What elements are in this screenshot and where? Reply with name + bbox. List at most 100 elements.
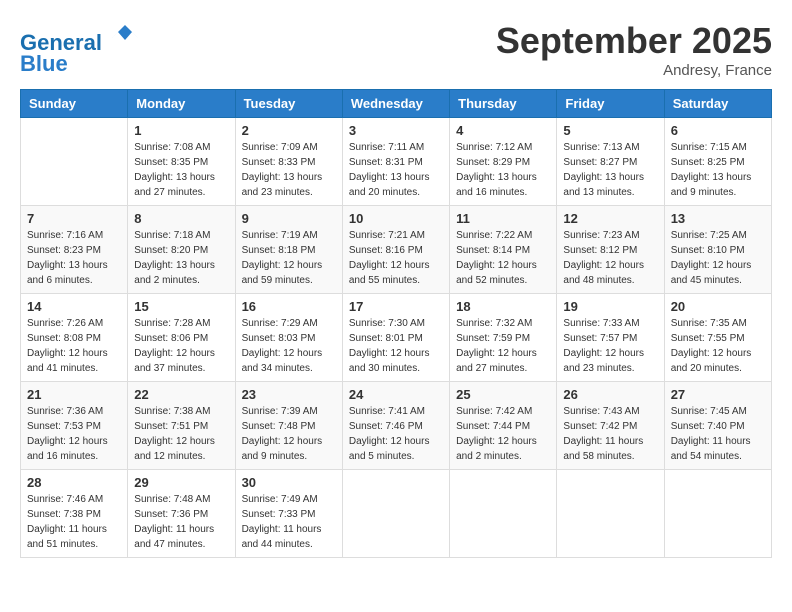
calendar-week-1: 1Sunrise: 7:08 AM Sunset: 8:35 PM Daylig… bbox=[21, 118, 772, 206]
day-number: 25 bbox=[456, 387, 550, 402]
calendar-cell bbox=[21, 118, 128, 206]
day-info: Sunrise: 7:19 AM Sunset: 8:18 PM Dayligh… bbox=[242, 228, 336, 288]
day-number: 19 bbox=[563, 299, 657, 314]
day-info: Sunrise: 7:21 AM Sunset: 8:16 PM Dayligh… bbox=[349, 228, 443, 288]
day-number: 15 bbox=[134, 299, 228, 314]
day-info: Sunrise: 7:32 AM Sunset: 7:59 PM Dayligh… bbox=[456, 316, 550, 376]
calendar-cell: 30 Sunrise: 7:49 AM Sunset: 7:33 PM Dayli… bbox=[235, 470, 342, 558]
page-header: General Blue September 2025 Andresy, Fra… bbox=[20, 20, 772, 79]
day-number: 22 bbox=[134, 387, 228, 402]
day-number: 26 bbox=[563, 387, 657, 402]
day-number: 18 bbox=[456, 299, 550, 314]
day-info: Sunrise: 7:43 AM Sunset: 7:42 PM Dayligh… bbox=[563, 404, 657, 464]
day-info: Sunrise: 7:45 AM Sunset: 7:40 PM Dayligh… bbox=[671, 404, 765, 464]
calendar-cell: 10 Sunrise: 7:21 AM Sunset: 8:16 PM Dayli… bbox=[342, 206, 449, 294]
day-info: Sunrise: 7:41 AM Sunset: 7:46 PM Dayligh… bbox=[349, 404, 443, 464]
calendar-cell: 15 Sunrise: 7:28 AM Sunset: 8:06 PM Dayli… bbox=[128, 294, 235, 382]
day-info: Sunrise: 7:18 AM Sunset: 8:20 PM Dayligh… bbox=[134, 228, 228, 288]
day-number: 6 bbox=[671, 123, 765, 138]
calendar-cell: 7 Sunrise: 7:16 AM Sunset: 8:23 PM Daylig… bbox=[21, 206, 128, 294]
calendar-cell: 8 Sunrise: 7:18 AM Sunset: 8:20 PM Daylig… bbox=[128, 206, 235, 294]
calendar-cell: 2Sunrise: 7:09 AM Sunset: 8:33 PM Daylig… bbox=[235, 118, 342, 206]
logo-text: General bbox=[20, 20, 140, 55]
calendar-cell: 20 Sunrise: 7:35 AM Sunset: 7:55 PM Dayli… bbox=[664, 294, 771, 382]
calendar-cell: 23 Sunrise: 7:39 AM Sunset: 7:48 PM Dayli… bbox=[235, 382, 342, 470]
calendar-cell: 17 Sunrise: 7:30 AM Sunset: 8:01 PM Dayli… bbox=[342, 294, 449, 382]
calendar-cell: 28 Sunrise: 7:46 AM Sunset: 7:38 PM Dayli… bbox=[21, 470, 128, 558]
day-number: 11 bbox=[456, 211, 550, 226]
calendar-cell: 29Sunrise: 7:48 AM Sunset: 7:36 PM Dayli… bbox=[128, 470, 235, 558]
calendar-week-4: 21 Sunrise: 7:36 AM Sunset: 7:53 PM Dayli… bbox=[21, 382, 772, 470]
calendar-cell bbox=[557, 470, 664, 558]
day-info: Sunrise: 7:08 AM Sunset: 8:35 PM Dayligh… bbox=[134, 140, 228, 200]
calendar-cell: 22 Sunrise: 7:38 AM Sunset: 7:51 PM Dayli… bbox=[128, 382, 235, 470]
day-info: Sunrise: 7:38 AM Sunset: 7:51 PM Dayligh… bbox=[134, 404, 228, 464]
day-number: 30 bbox=[242, 475, 336, 490]
day-number: 21 bbox=[27, 387, 121, 402]
day-number: 23 bbox=[242, 387, 336, 402]
calendar-cell: 12Sunrise: 7:23 AM Sunset: 8:12 PM Dayli… bbox=[557, 206, 664, 294]
day-number: 17 bbox=[349, 299, 443, 314]
day-info: Sunrise: 7:15 AM Sunset: 8:25 PM Dayligh… bbox=[671, 140, 765, 200]
day-info: Sunrise: 7:30 AM Sunset: 8:01 PM Dayligh… bbox=[349, 316, 443, 376]
calendar-cell: 26 Sunrise: 7:43 AM Sunset: 7:42 PM Dayli… bbox=[557, 382, 664, 470]
calendar-header-row: SundayMondayTuesdayWednesdayThursdayFrid… bbox=[21, 90, 772, 118]
day-number: 7 bbox=[27, 211, 121, 226]
calendar-cell: 24 Sunrise: 7:41 AM Sunset: 7:46 PM Dayli… bbox=[342, 382, 449, 470]
day-number: 8 bbox=[134, 211, 228, 226]
day-number: 27 bbox=[671, 387, 765, 402]
weekday-header-sunday: Sunday bbox=[21, 90, 128, 118]
day-info: Sunrise: 7:16 AM Sunset: 8:23 PM Dayligh… bbox=[27, 228, 121, 288]
day-number: 13 bbox=[671, 211, 765, 226]
weekday-header-thursday: Thursday bbox=[450, 90, 557, 118]
day-info: Sunrise: 7:35 AM Sunset: 7:55 PM Dayligh… bbox=[671, 316, 765, 376]
calendar-cell: 9Sunrise: 7:19 AM Sunset: 8:18 PM Daylig… bbox=[235, 206, 342, 294]
day-info: Sunrise: 7:49 AM Sunset: 7:33 PM Dayligh… bbox=[242, 492, 336, 552]
logo: General Blue bbox=[20, 20, 140, 77]
calendar-cell: 5Sunrise: 7:13 AM Sunset: 8:27 PM Daylig… bbox=[557, 118, 664, 206]
day-info: Sunrise: 7:39 AM Sunset: 7:48 PM Dayligh… bbox=[242, 404, 336, 464]
day-info: Sunrise: 7:22 AM Sunset: 8:14 PM Dayligh… bbox=[456, 228, 550, 288]
calendar-cell: 3 Sunrise: 7:11 AM Sunset: 8:31 PM Daylig… bbox=[342, 118, 449, 206]
day-number: 14 bbox=[27, 299, 121, 314]
calendar-cell: 13Sunrise: 7:25 AM Sunset: 8:10 PM Dayli… bbox=[664, 206, 771, 294]
calendar-week-5: 28 Sunrise: 7:46 AM Sunset: 7:38 PM Dayli… bbox=[21, 470, 772, 558]
weekday-header-tuesday: Tuesday bbox=[235, 90, 342, 118]
title-block: September 2025 Andresy, France bbox=[496, 20, 772, 79]
weekday-header-saturday: Saturday bbox=[664, 90, 771, 118]
calendar-cell: 16 Sunrise: 7:29 AM Sunset: 8:03 PM Dayli… bbox=[235, 294, 342, 382]
calendar-cell: 1Sunrise: 7:08 AM Sunset: 8:35 PM Daylig… bbox=[128, 118, 235, 206]
day-info: Sunrise: 7:48 AM Sunset: 7:36 PM Dayligh… bbox=[134, 492, 228, 552]
calendar-cell bbox=[342, 470, 449, 558]
day-info: Sunrise: 7:29 AM Sunset: 8:03 PM Dayligh… bbox=[242, 316, 336, 376]
day-number: 2 bbox=[242, 123, 336, 138]
day-info: Sunrise: 7:33 AM Sunset: 7:57 PM Dayligh… bbox=[563, 316, 657, 376]
weekday-header-wednesday: Wednesday bbox=[342, 90, 449, 118]
month-title: September 2025 bbox=[496, 20, 772, 62]
location: Andresy, France bbox=[496, 62, 772, 79]
calendar-cell: 25Sunrise: 7:42 AM Sunset: 7:44 PM Dayli… bbox=[450, 382, 557, 470]
calendar-cell: 21 Sunrise: 7:36 AM Sunset: 7:53 PM Dayli… bbox=[21, 382, 128, 470]
day-number: 28 bbox=[27, 475, 121, 490]
day-info: Sunrise: 7:11 AM Sunset: 8:31 PM Dayligh… bbox=[349, 140, 443, 200]
logo-bird-icon bbox=[110, 20, 140, 50]
weekday-header-monday: Monday bbox=[128, 90, 235, 118]
calendar-cell bbox=[450, 470, 557, 558]
calendar-cell: 27 Sunrise: 7:45 AM Sunset: 7:40 PM Dayli… bbox=[664, 382, 771, 470]
day-number: 24 bbox=[349, 387, 443, 402]
day-info: Sunrise: 7:28 AM Sunset: 8:06 PM Dayligh… bbox=[134, 316, 228, 376]
day-info: Sunrise: 7:46 AM Sunset: 7:38 PM Dayligh… bbox=[27, 492, 121, 552]
day-number: 10 bbox=[349, 211, 443, 226]
calendar-cell: 18 Sunrise: 7:32 AM Sunset: 7:59 PM Dayli… bbox=[450, 294, 557, 382]
day-info: Sunrise: 7:36 AM Sunset: 7:53 PM Dayligh… bbox=[27, 404, 121, 464]
day-number: 20 bbox=[671, 299, 765, 314]
day-number: 4 bbox=[456, 123, 550, 138]
calendar-cell: 6 Sunrise: 7:15 AM Sunset: 8:25 PM Daylig… bbox=[664, 118, 771, 206]
calendar-cell: 14Sunrise: 7:26 AM Sunset: 8:08 PM Dayli… bbox=[21, 294, 128, 382]
day-number: 3 bbox=[349, 123, 443, 138]
day-info: Sunrise: 7:12 AM Sunset: 8:29 PM Dayligh… bbox=[456, 140, 550, 200]
day-number: 5 bbox=[563, 123, 657, 138]
calendar-table: SundayMondayTuesdayWednesdayThursdayFrid… bbox=[20, 89, 772, 558]
calendar-cell bbox=[664, 470, 771, 558]
day-number: 16 bbox=[242, 299, 336, 314]
